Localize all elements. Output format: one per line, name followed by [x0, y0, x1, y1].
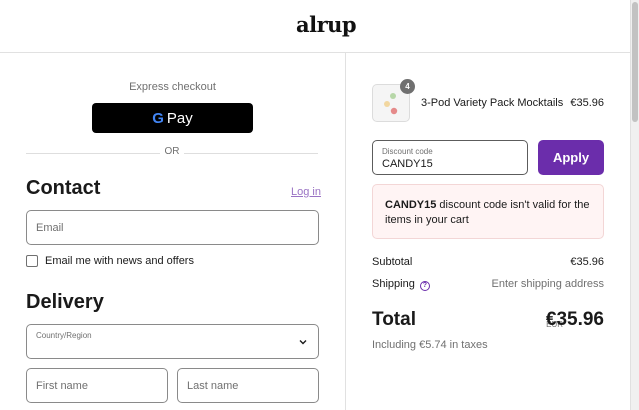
subtotal-label: Subtotal [372, 256, 413, 268]
newsletter-checkbox[interactable] [26, 255, 38, 267]
taxes-note: Including €5.74 in taxes [372, 339, 488, 351]
email-placeholder: Email [36, 222, 64, 234]
quantity-badge: 4 [400, 79, 415, 94]
newsletter-label: Email me with news and offers [45, 255, 194, 267]
discount-code-field[interactable]: Discount code CANDY15 [372, 140, 528, 175]
express-checkout-label: Express checkout [129, 81, 216, 93]
discount-error-banner: CANDY15 discount code isn't valid for th… [372, 184, 604, 239]
total-value: €35.96 [545, 309, 604, 330]
first-name-placeholder: First name [36, 380, 88, 392]
first-name-field[interactable]: First name [26, 368, 168, 403]
shipping-value: Enter shipping address [491, 278, 604, 290]
apply-button[interactable]: Apply [538, 140, 604, 175]
country-select[interactable]: Country/Region [26, 324, 319, 359]
discount-code-value: CANDY15 [382, 158, 433, 170]
page-scrollbar[interactable] [630, 0, 639, 410]
product-price: €35.96 [570, 97, 604, 109]
or-divider: OR [26, 146, 318, 160]
contact-heading: Contact [26, 177, 101, 199]
total-label: Total [372, 309, 416, 330]
google-pay-label: Pay [166, 109, 193, 127]
help-icon[interactable]: ? [419, 281, 430, 291]
country-label: Country/Region [36, 331, 92, 340]
brand-logo[interactable]: alrup [296, 12, 357, 37]
chevron-down-icon [299, 340, 307, 345]
login-link[interactable]: Log in [291, 186, 321, 198]
header: alrup [0, 0, 630, 53]
shipping-label-row: Shipping? [372, 278, 430, 291]
google-pay-button[interactable]: G Pay [92, 103, 253, 133]
order-summary: 4 3-Pod Variety Pack Mocktails €35.96 Di… [346, 53, 630, 410]
or-text: OR [164, 146, 180, 157]
discount-error-text: CANDY15 discount code isn't valid for th… [385, 198, 595, 228]
or-line-right [184, 153, 318, 154]
product-name: 3-Pod Variety Pack Mocktails [421, 97, 564, 109]
checkout-form: Express checkout G Pay OR Contact Log in… [0, 53, 345, 410]
error-code: CANDY15 [385, 199, 437, 211]
email-field[interactable]: Email [26, 210, 319, 245]
last-name-field[interactable]: Last name [177, 368, 319, 403]
subtotal-value: €35.96 [570, 256, 604, 268]
discount-code-label: Discount code [382, 147, 433, 156]
scrollbar-thumb[interactable] [632, 2, 638, 122]
google-g-icon: G [152, 109, 164, 127]
shipping-label: Shipping [372, 278, 415, 290]
last-name-placeholder: Last name [187, 380, 239, 392]
delivery-heading: Delivery [26, 291, 104, 313]
